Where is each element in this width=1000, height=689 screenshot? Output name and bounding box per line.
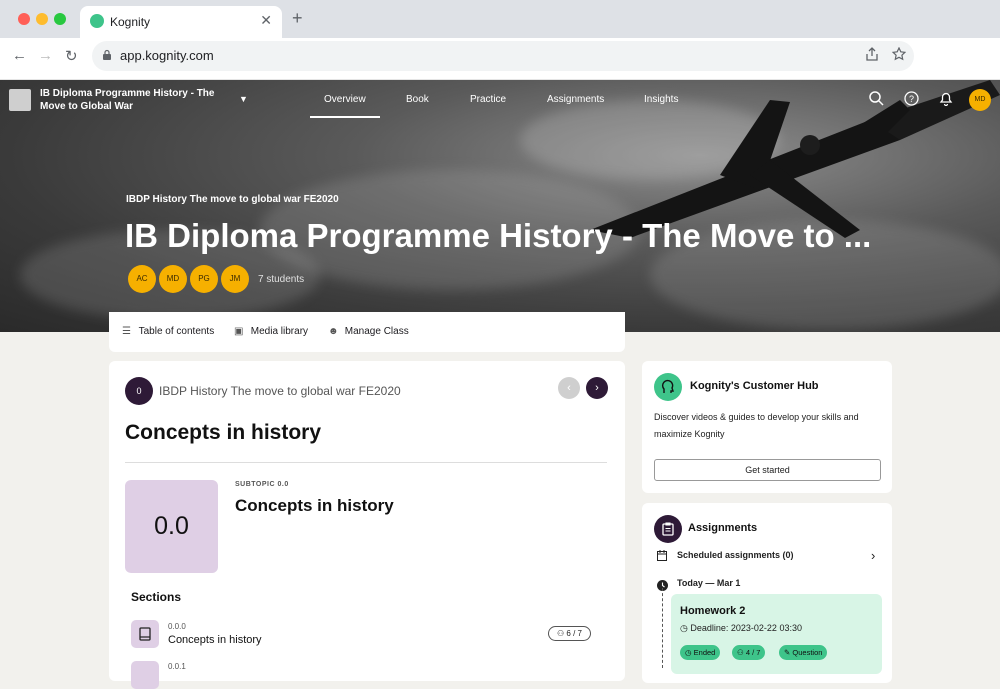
table-of-contents-label: Table of contents <box>138 326 215 337</box>
assignment-deadline: ◷ Deadline: 2023-02-22 03:30 <box>680 623 802 634</box>
course-top-nav: IB Diploma Programme History - The Move … <box>0 80 1000 120</box>
close-tab-icon[interactable]: ✕ <box>260 12 272 29</box>
breadcrumb[interactable]: IBDP History The move to global war FE20… <box>159 384 401 398</box>
section-title[interactable]: Concepts in history <box>168 634 262 646</box>
divider <box>125 462 607 463</box>
clipboard-icon <box>654 515 682 543</box>
image-icon: ▣ <box>234 326 244 337</box>
nav-overview[interactable]: Overview <box>310 94 380 118</box>
new-tab-button[interactable]: + <box>292 8 303 29</box>
media-library-label: Media library <box>250 326 309 337</box>
assignment-title[interactable]: Homework 2 <box>680 605 745 617</box>
people-icon: ☻ <box>328 326 339 337</box>
maximize-window-button[interactable] <box>54 13 66 25</box>
assignment-item[interactable]: Homework 2 ◷ Deadline: 2023-02-22 03:30 … <box>671 594 882 674</box>
address-bar[interactable]: app.kognity.com <box>92 41 914 71</box>
book-icon <box>131 661 159 689</box>
tab-title: Kognity <box>110 15 151 29</box>
user-avatar[interactable]: MD <box>969 89 991 111</box>
media-library-link[interactable]: ▣ Media library <box>234 326 308 337</box>
minimize-window-button[interactable] <box>36 13 48 25</box>
back-button[interactable]: ← <box>12 47 27 64</box>
section-progress-pill: ⚇ 6 / 7 <box>548 626 591 641</box>
assignments-title: Assignments <box>688 522 758 534</box>
previous-button[interactable]: ‹ <box>558 377 580 399</box>
calendar-icon <box>657 550 667 564</box>
student-avatar[interactable]: JM <box>221 265 249 293</box>
browser-tab-strip: Kognity ✕ + <box>0 0 1000 38</box>
topic-card: 0 IBDP History The move to global war FE… <box>109 361 625 689</box>
section-number: 0.0.1 <box>168 662 186 671</box>
subtopic-tile[interactable]: 0.0 <box>125 480 218 573</box>
url-text: app.kognity.com <box>120 48 214 63</box>
page-title: IB Diploma Programme History - The Move … <box>125 217 872 254</box>
nav-insights[interactable]: Insights <box>644 94 678 105</box>
clock-icon: ◷ <box>685 648 692 657</box>
sections-heading: Sections <box>131 590 182 604</box>
deadline-text: Deadline: 2023-02-22 03:30 <box>690 623 802 633</box>
forward-button[interactable]: → <box>38 47 53 64</box>
browser-tab[interactable]: Kognity ✕ <box>80 6 282 38</box>
section-progress: 6 / 7 <box>566 629 582 638</box>
kognity-favicon-icon <box>90 14 104 28</box>
pencil-icon: ✎ <box>784 648 791 657</box>
type-text: Question <box>792 648 823 657</box>
svg-text:?: ? <box>908 94 913 104</box>
topic-heading: Concepts in history <box>125 421 322 444</box>
table-of-contents-link[interactable]: ☰ Table of contents <box>122 326 214 337</box>
student-avatar[interactable]: MD <box>159 265 187 293</box>
search-icon[interactable] <box>867 91 885 109</box>
chevron-right-icon[interactable]: › <box>871 548 875 563</box>
assignments-card: Assignments Scheduled assignments (0) › … <box>642 503 892 683</box>
get-started-button[interactable]: Get started <box>654 459 881 481</box>
hub-description: Discover videos & guides to develop your… <box>654 412 859 439</box>
timeline-date: Today — Mar 1 <box>677 578 741 588</box>
list-icon: ☰ <box>122 326 131 337</box>
bookmark-star-icon[interactable] <box>891 46 907 64</box>
subtopic-title[interactable]: Concepts in history <box>235 496 394 516</box>
type-badge: ✎ Question <box>779 645 828 660</box>
book-icon <box>131 620 159 648</box>
share-icon[interactable] <box>866 47 878 64</box>
progress-badge: 0 <box>125 377 153 405</box>
student-count[interactable]: 7 students <box>258 274 304 285</box>
course-thumbnail-icon <box>9 89 31 111</box>
student-avatar[interactable]: PG <box>190 265 218 293</box>
close-window-button[interactable] <box>18 13 30 25</box>
help-icon[interactable]: ? <box>902 91 920 109</box>
section-number: 0.0.0 <box>168 622 186 631</box>
submissions-badge: ⚇ 4 / 7 <box>732 645 766 660</box>
course-title[interactable]: IB Diploma Programme History - The Move … <box>40 87 230 113</box>
course-hero: IB Diploma Programme History - The Move … <box>0 80 1000 332</box>
lock-icon <box>102 49 112 63</box>
submissions-text: 4 / 7 <box>745 648 761 657</box>
person-icon: ⚇ <box>557 629 565 638</box>
next-button[interactable]: › <box>586 377 608 399</box>
nav-practice[interactable]: Practice <box>470 94 506 105</box>
manage-class-link[interactable]: ☻ Manage Class <box>328 326 409 337</box>
nav-assignments[interactable]: Assignments <box>547 94 604 105</box>
bell-icon[interactable] <box>937 91 955 109</box>
class-tools-bar: ☰ Table of contents ▣ Media library ☻ Ma… <box>109 312 625 352</box>
nav-book[interactable]: Book <box>406 94 429 105</box>
hub-title: Kognity's Customer Hub <box>690 380 819 392</box>
scheduled-assignments-toggle[interactable]: Scheduled assignments (0) <box>677 550 794 560</box>
customer-hub-card: Kognity's Customer Hub Discover videos &… <box>642 361 892 493</box>
timeline-line <box>662 588 663 668</box>
status-badge: ◷ Ended <box>680 645 721 660</box>
manage-class-label: Manage Class <box>344 326 409 337</box>
deadline-clock-icon: ◷ <box>680 623 688 633</box>
person-icon: ⚇ <box>737 648 744 657</box>
student-avatar[interactable]: AC <box>128 265 156 293</box>
reload-button[interactable]: ↻ <box>65 47 78 65</box>
head-icon <box>654 373 682 401</box>
subtopic-label: SUBTOPIC 0.0 <box>235 481 289 488</box>
chevron-down-icon[interactable]: ▼ <box>239 94 248 104</box>
browser-toolbar: ← → ↻ app.kognity.com <box>0 38 1000 80</box>
class-name: IBDP History The move to global war FE20… <box>126 194 339 205</box>
status-text: Ended <box>693 648 716 657</box>
